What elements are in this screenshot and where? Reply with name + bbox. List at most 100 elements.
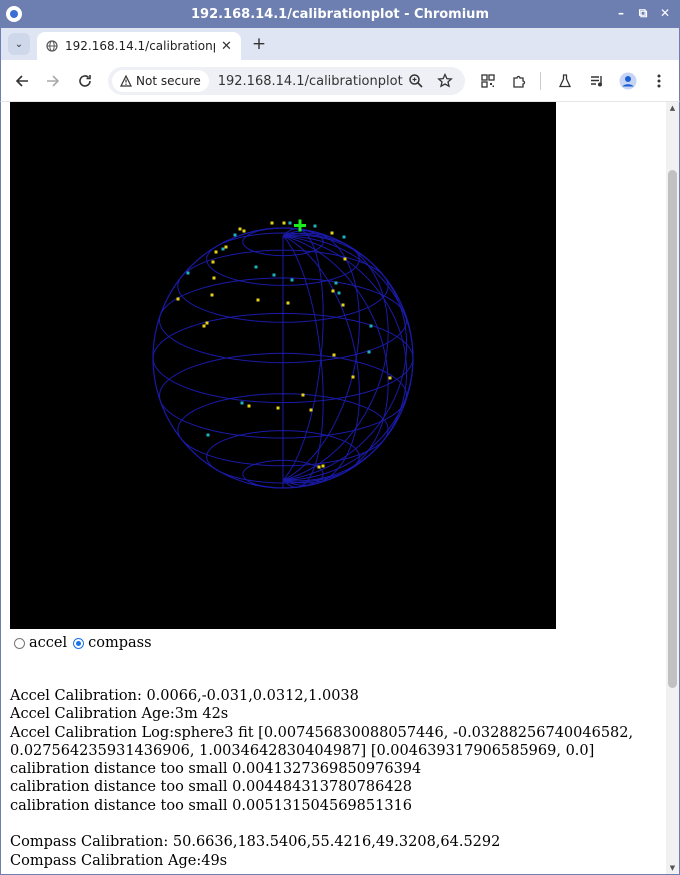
security-label: Not secure xyxy=(136,74,201,88)
radio-compass-label[interactable]: compass xyxy=(88,635,151,651)
sample-point xyxy=(233,233,237,237)
sample-point xyxy=(211,260,215,264)
radio-compass[interactable] xyxy=(73,637,85,649)
accel-calibration: Accel Calibration: 0.0066,-0.031,0.0312,… xyxy=(10,688,359,704)
url-text[interactable]: 192.168.14.1/calibrationplot xyxy=(218,74,403,89)
sample-point xyxy=(214,250,218,254)
zoom-icon[interactable] xyxy=(408,73,424,89)
sample-point xyxy=(221,247,225,251)
sample-point xyxy=(290,278,294,282)
sample-point xyxy=(286,301,290,305)
radio-accel[interactable] xyxy=(14,637,25,649)
sample-point xyxy=(242,229,246,233)
scroll-up-icon[interactable]: ▲ xyxy=(668,104,677,113)
menu-button[interactable] xyxy=(648,70,670,92)
address-bar[interactable]: Not secure 192.168.14.1/calibrationplot xyxy=(108,67,465,95)
puzzle-icon xyxy=(512,75,525,88)
chromium-logo-icon xyxy=(6,6,22,22)
warning-icon xyxy=(120,75,132,87)
sample-point xyxy=(176,297,180,301)
sample-point xyxy=(321,464,325,468)
sample-point xyxy=(343,257,347,261)
sample-point xyxy=(272,273,276,277)
mode-select: accel compass xyxy=(14,635,158,651)
compass-calibration: Compass Calibration: 50.6636,183.5406,55… xyxy=(10,834,501,851)
minimize-icon[interactable]: – xyxy=(614,5,628,21)
star-bookmark-icon[interactable] xyxy=(437,73,453,89)
security-chip[interactable]: Not secure xyxy=(112,70,209,92)
sample-point xyxy=(240,401,244,405)
vertical-scrollbar[interactable]: ▲ ▼ xyxy=(666,102,679,874)
kebab-menu-icon xyxy=(657,74,661,88)
radio-accel-label[interactable]: accel xyxy=(29,635,67,651)
arrow-left-icon xyxy=(15,75,28,87)
extensions-button[interactable] xyxy=(508,70,530,92)
globe-icon xyxy=(46,40,58,52)
sample-point xyxy=(205,321,209,325)
playlist-icon xyxy=(590,76,602,87)
accel-calibration-log: Accel Calibration Log:sphere3 fit [0.007… xyxy=(10,724,634,759)
calibration-info: Accel Calibration: 0.0066,-0.031,0.0312,… xyxy=(10,687,660,870)
sample-point xyxy=(309,408,313,412)
avatar-icon xyxy=(619,72,637,90)
new-tab-button[interactable]: + xyxy=(249,33,269,55)
sample-point xyxy=(224,245,228,249)
sphere-mesh-line xyxy=(282,235,389,484)
back-button[interactable] xyxy=(11,70,33,92)
labs-button[interactable] xyxy=(554,70,576,92)
browser-toolbar: Not secure 192.168.14.1/calibrationplot xyxy=(0,60,680,102)
tab-calibrationplot[interactable]: 192.168.14.1/calibrationplot ✕ xyxy=(37,32,241,60)
sample-point xyxy=(238,227,242,231)
tab-close-icon[interactable]: ✕ xyxy=(221,39,232,54)
chevron-down-icon: ⌄ xyxy=(14,38,24,50)
restore-icon[interactable]: ⧉ xyxy=(636,5,650,21)
sphere-mesh-line xyxy=(282,234,408,481)
reload-button[interactable] xyxy=(74,70,96,92)
sample-point xyxy=(247,404,251,408)
page-viewport: accel compass Accel Calibration: 0.0066,… xyxy=(0,102,680,875)
sample-point xyxy=(301,393,305,397)
compass-calibration-age: Compass Calibration Age:49s xyxy=(10,852,228,869)
sample-point xyxy=(282,221,286,225)
sample-point xyxy=(332,353,336,357)
profile-button[interactable] xyxy=(617,70,639,92)
sample-point xyxy=(256,298,260,302)
sample-point xyxy=(388,376,392,380)
sample-point xyxy=(313,224,317,228)
calibration-plot[interactable] xyxy=(10,102,556,629)
log-line: calibration distance too small 0.0041327… xyxy=(10,761,422,778)
qr-code-button[interactable] xyxy=(477,70,499,92)
flask-icon xyxy=(558,74,572,88)
tab-search-button[interactable]: ⌄ xyxy=(8,33,30,55)
sphere-mesh-line xyxy=(282,235,408,482)
window-title: 192.168.14.1/calibrationplot - Chromium xyxy=(190,6,489,22)
sample-point xyxy=(212,276,216,280)
sample-point xyxy=(342,235,346,239)
arrow-right-icon xyxy=(47,75,60,87)
scrollbar-thumb[interactable] xyxy=(668,170,677,688)
log-line: calibration distance too small 0.0051315… xyxy=(10,797,413,814)
sample-point xyxy=(341,303,345,307)
forward-button[interactable] xyxy=(42,70,64,92)
sample-point xyxy=(288,221,292,225)
calibration-sphere-canvas[interactable] xyxy=(10,102,556,629)
sample-point xyxy=(254,265,258,269)
sample-point xyxy=(337,291,341,295)
toolbar-divider xyxy=(540,72,541,90)
qr-code-icon xyxy=(481,74,495,88)
sample-point xyxy=(330,231,334,235)
sample-point xyxy=(317,465,321,469)
scroll-down-icon[interactable]: ▼ xyxy=(668,864,677,873)
media-button[interactable] xyxy=(586,70,608,92)
accel-calibration-age: Accel Calibration Age:3m 42s xyxy=(10,706,229,723)
sample-point xyxy=(202,324,206,328)
close-window-icon[interactable]: ✕ xyxy=(658,5,672,21)
sample-point xyxy=(331,289,335,293)
sample-point xyxy=(186,271,190,275)
window-titlebar: 192.168.14.1/calibrationplot - Chromium … xyxy=(0,0,680,28)
reload-icon xyxy=(79,75,91,87)
log-line: calibration distance too small 0.0044843… xyxy=(10,779,413,796)
sample-point xyxy=(351,375,355,379)
sample-point xyxy=(270,221,274,225)
